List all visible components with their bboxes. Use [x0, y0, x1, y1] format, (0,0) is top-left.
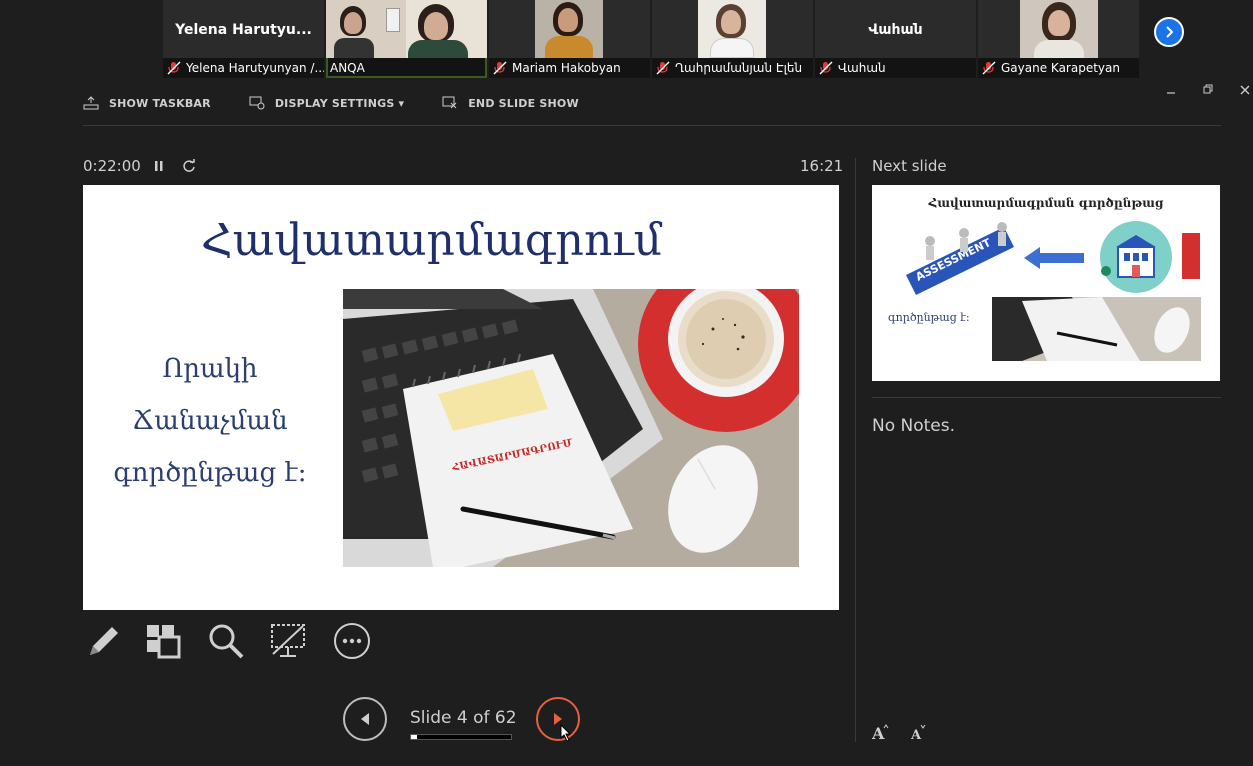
elapsed-timer: 0:22:00	[83, 157, 141, 175]
restore-button[interactable]	[1203, 84, 1214, 99]
participant-caption: Ղահրամանյան Էլեն	[652, 58, 813, 78]
next-slide-thumbnail[interactable]: Հավատարմագրման գործընթաց ASSESSMENT գործ…	[872, 185, 1220, 381]
close-icon	[1240, 85, 1250, 95]
muted-mic-icon	[493, 61, 507, 75]
participant-tile[interactable]: Gayane Karapetyan	[978, 0, 1139, 78]
participant-tile[interactable]: Mariam Hakobyan	[489, 0, 650, 78]
participant-tile[interactable]: Ղահրամանյան Էլեն	[652, 0, 813, 78]
next-slide-body: գործընթաց է:	[888, 311, 970, 324]
participant-caption: Gayane Karapetyan	[978, 58, 1139, 78]
participant-name: Gayane Karapetyan	[1001, 61, 1120, 75]
restore-icon	[1203, 84, 1213, 94]
speaker-notes: No Notes.	[872, 416, 956, 436]
increase-font-button[interactable]: A	[871, 724, 890, 744]
svg-text:A: A	[872, 724, 885, 740]
triangle-left-icon	[361, 713, 369, 725]
next-slide-illustration: ASSESSMENT	[906, 221, 1202, 361]
participant-display-name: Yelena Harutyu...	[175, 22, 312, 38]
slide-body-line: Ճանաչման	[132, 406, 288, 436]
chevron-right-icon	[1166, 26, 1174, 38]
slide-body-line: Որակի	[162, 354, 258, 384]
slide-counter: Slide 4 of 62	[410, 708, 517, 728]
participant-tile[interactable]: Yelena Harutyu... Yelena Harutyunyan /..…	[163, 0, 324, 78]
slide-body-line: գործընթաց է:	[113, 458, 307, 488]
show-taskbar-label: SHOW TASKBAR	[109, 96, 211, 110]
presenter-toolbar: SHOW TASKBAR DISPLAY SETTINGS ▾ END SLID…	[83, 96, 617, 110]
participant-name: Yelena Harutyunyan /...	[186, 61, 324, 75]
participant-video	[1020, 0, 1098, 58]
ellipsis-icon	[334, 623, 370, 659]
decrease-font-button[interactable]: A	[910, 724, 927, 744]
participant-name: ANQA	[330, 61, 365, 75]
slide-progress-fill	[411, 735, 418, 739]
grid-slides-icon	[147, 625, 181, 659]
svg-text:A: A	[911, 728, 922, 740]
magnifier-icon	[209, 624, 244, 659]
participant-name: Ղահրամանյան Էլեն	[675, 61, 803, 75]
zoom-button[interactable]	[207, 622, 245, 660]
laptop-coffee-illustration: ՀԱՎԱՏԱՐՄԱԳՐՈՒՄ	[343, 289, 799, 567]
pause-timer-button[interactable]	[153, 158, 165, 177]
muted-mic-icon	[167, 61, 181, 75]
see-all-slides-button[interactable]	[144, 622, 182, 660]
next-slide-button[interactable]	[536, 697, 580, 741]
slide-title: Հավատարմագրում	[201, 215, 663, 266]
muted-mic-icon	[656, 61, 670, 75]
slide-photo: ՀԱՎԱՏԱՐՄԱԳՐՈՒՄ	[343, 289, 799, 567]
end-slide-show-label: END SLIDE SHOW	[468, 96, 579, 110]
participant-display-name: Վահան	[868, 22, 923, 38]
mouse-cursor	[560, 723, 572, 746]
pause-icon	[155, 161, 163, 171]
black-screen-button[interactable]	[269, 622, 307, 660]
cursor-arrow-icon	[560, 723, 572, 742]
participant-strip: Yelena Harutyu... Yelena Harutyunyan /..…	[163, 0, 1141, 78]
minimize-icon	[1167, 92, 1175, 94]
participant-video	[535, 0, 603, 58]
font-decrease-icon: A	[910, 724, 926, 743]
participant-tile[interactable]: ANQA	[326, 0, 487, 78]
participant-caption: Վահան	[815, 58, 976, 78]
notes-divider	[872, 397, 1221, 398]
display-settings-icon	[249, 96, 265, 110]
participant-name: Mariam Hakobyan	[512, 61, 621, 75]
slide-body: Որակի Ճանաչման գործընթաց է:	[103, 343, 317, 499]
end-slide-show-button[interactable]: END SLIDE SHOW	[442, 96, 579, 110]
slide-progress-bar	[410, 734, 512, 740]
minimize-button[interactable]	[1166, 84, 1176, 99]
pen-icon	[90, 627, 118, 655]
participant-caption: Mariam Hakobyan	[489, 58, 650, 78]
end-show-icon	[442, 96, 457, 109]
screen-off-icon	[271, 624, 305, 657]
participant-caption: Yelena Harutyunyan /...	[163, 58, 324, 78]
participant-name: Վահան	[838, 61, 886, 75]
muted-mic-icon	[819, 61, 833, 75]
display-settings-label: DISPLAY SETTINGS ▾	[274, 96, 405, 110]
clock: 16:21	[800, 157, 844, 175]
toolbar-divider	[83, 125, 1221, 126]
font-increase-icon: A	[871, 724, 889, 743]
participant-tile[interactable]: Վահան Վահան	[815, 0, 976, 78]
restart-icon	[183, 159, 195, 172]
participant-video	[698, 0, 766, 58]
display-settings-button[interactable]: DISPLAY SETTINGS ▾	[249, 96, 404, 110]
more-options-button[interactable]	[333, 622, 371, 660]
show-taskbar-button[interactable]: SHOW TASKBAR	[83, 96, 211, 110]
close-button[interactable]	[1240, 84, 1250, 99]
participant-caption: ANQA	[326, 58, 487, 78]
participant-video	[326, 0, 487, 58]
taskbar-icon	[83, 96, 99, 110]
restart-timer-button[interactable]	[182, 158, 196, 177]
strip-next-button[interactable]	[1154, 17, 1184, 47]
pen-tool-button[interactable]	[83, 622, 121, 660]
previous-slide-button[interactable]	[343, 697, 387, 741]
next-slide-label: Next slide	[872, 157, 947, 175]
pane-divider	[855, 158, 856, 742]
current-slide: Հավատարմագրում Որակի Ճանաչման գործընթաց …	[83, 185, 839, 610]
muted-mic-icon	[982, 61, 996, 75]
